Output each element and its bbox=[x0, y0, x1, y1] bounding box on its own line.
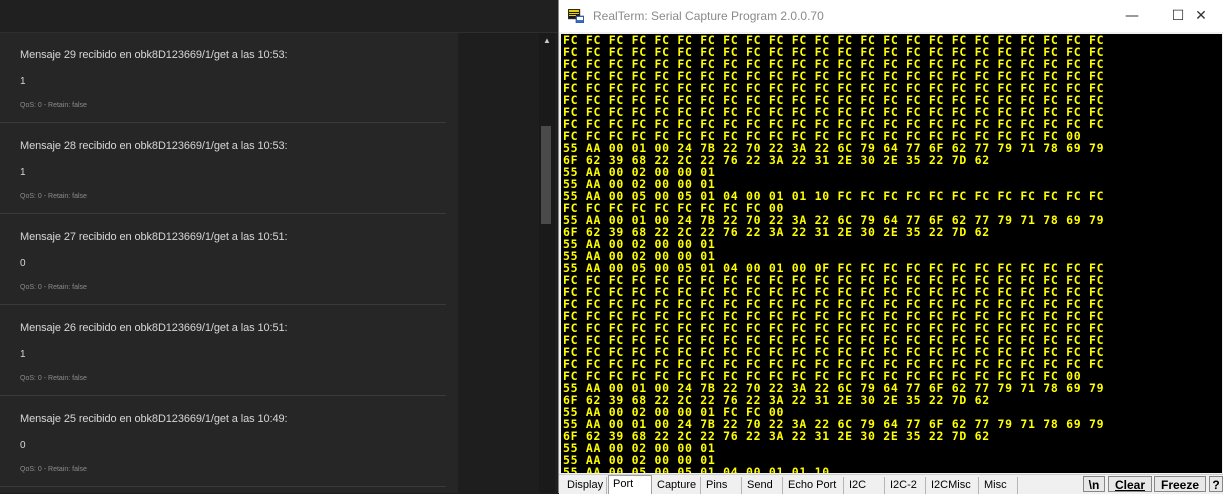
message-payload: 0 bbox=[20, 440, 26, 451]
message-payload: 1 bbox=[20, 167, 26, 178]
message-title: Mensaje 29 recibido en obk8D123669/1/get… bbox=[20, 49, 288, 61]
realterm-titlebar[interactable]: RealTerm: Serial Capture Program 2.0.0.7… bbox=[559, 0, 1223, 32]
message-divider bbox=[0, 486, 446, 487]
message-title: Mensaje 28 recibido en obk8D123669/1/get… bbox=[20, 140, 288, 152]
message-qos-retain: QoS: 0 - Retain: false bbox=[20, 375, 87, 382]
message-item: Mensaje 28 recibido en obk8D123669/1/get… bbox=[0, 124, 446, 214]
message-divider bbox=[0, 213, 446, 214]
mqtt-message-panel: Mensaje 29 recibido en obk8D123669/1/get… bbox=[0, 33, 558, 493]
message-divider bbox=[0, 395, 446, 396]
vertical-scrollbar[interactable] bbox=[539, 33, 555, 493]
tab-i2c-2[interactable]: I2C-2 bbox=[886, 477, 926, 494]
minimize-button[interactable]: — bbox=[1109, 0, 1155, 32]
message-item: Mensaje 29 recibido en obk8D123669/1/get… bbox=[0, 33, 446, 123]
tab-echo-port[interactable]: Echo Port bbox=[784, 477, 844, 494]
message-divider bbox=[0, 304, 446, 305]
message-item: Mensaje 25 recibido en obk8D123669/1/get… bbox=[0, 397, 446, 487]
scrollbar-thumb[interactable] bbox=[541, 126, 551, 224]
terminal-output[interactable]: FC FC FC FC FC FC FC FC FC FC FC FC FC F… bbox=[561, 34, 1222, 473]
message-qos-retain: QoS: 0 - Retain: false bbox=[20, 466, 87, 473]
message-item: Mensaje 26 recibido en obk8D123669/1/get… bbox=[0, 306, 446, 396]
message-qos-retain: QoS: 0 - Retain: false bbox=[20, 193, 87, 200]
message-qos-retain: QoS: 0 - Retain: false bbox=[20, 102, 87, 109]
window-title: RealTerm: Serial Capture Program 2.0.0.7… bbox=[593, 9, 824, 23]
message-payload: 1 bbox=[20, 349, 26, 360]
realterm-app-icon bbox=[568, 9, 584, 23]
tab-send[interactable]: Send bbox=[743, 477, 783, 494]
tab-i2c[interactable]: I2C bbox=[845, 477, 885, 494]
tab-display[interactable]: Display bbox=[563, 477, 607, 494]
help-button[interactable]: ? bbox=[1209, 476, 1223, 492]
realterm-tab-bar: Display Port Capture Pins Send Echo Port… bbox=[559, 474, 1223, 494]
message-list: Mensaje 29 recibido en obk8D123669/1/get… bbox=[0, 33, 458, 493]
message-item: Mensaje 27 recibido en obk8D123669/1/get… bbox=[0, 215, 446, 305]
tab-i2cmisc[interactable]: I2CMisc bbox=[927, 477, 979, 494]
message-title: Mensaje 27 recibido en obk8D123669/1/get… bbox=[20, 231, 288, 243]
message-title: Mensaje 25 recibido en obk8D123669/1/get… bbox=[20, 413, 288, 425]
newline-button[interactable]: \n bbox=[1083, 476, 1105, 492]
close-button[interactable]: ✕ bbox=[1178, 0, 1223, 32]
message-payload: 1 bbox=[20, 76, 26, 87]
left-app-header bbox=[0, 0, 558, 33]
freeze-button[interactable]: Freeze bbox=[1154, 476, 1206, 492]
panel-spacer bbox=[458, 33, 538, 493]
message-title: Mensaje 26 recibido en obk8D123669/1/get… bbox=[20, 322, 288, 334]
message-divider bbox=[0, 122, 446, 123]
message-payload: 0 bbox=[20, 258, 26, 269]
tab-misc[interactable]: Misc bbox=[980, 477, 1018, 494]
clear-button[interactable]: Clear bbox=[1108, 476, 1152, 492]
tab-capture[interactable]: Capture bbox=[653, 477, 701, 494]
realterm-window: RealTerm: Serial Capture Program 2.0.0.7… bbox=[558, 0, 1223, 494]
tab-port[interactable]: Port bbox=[608, 475, 652, 494]
message-qos-retain: QoS: 0 - Retain: false bbox=[20, 284, 87, 291]
scroll-up-arrow-icon[interactable]: ▲ bbox=[539, 35, 555, 47]
terminal-line: 55 AA 00 05 00 05 01 04 00 01 01 10 bbox=[563, 465, 830, 473]
tab-pins[interactable]: Pins bbox=[702, 477, 742, 494]
